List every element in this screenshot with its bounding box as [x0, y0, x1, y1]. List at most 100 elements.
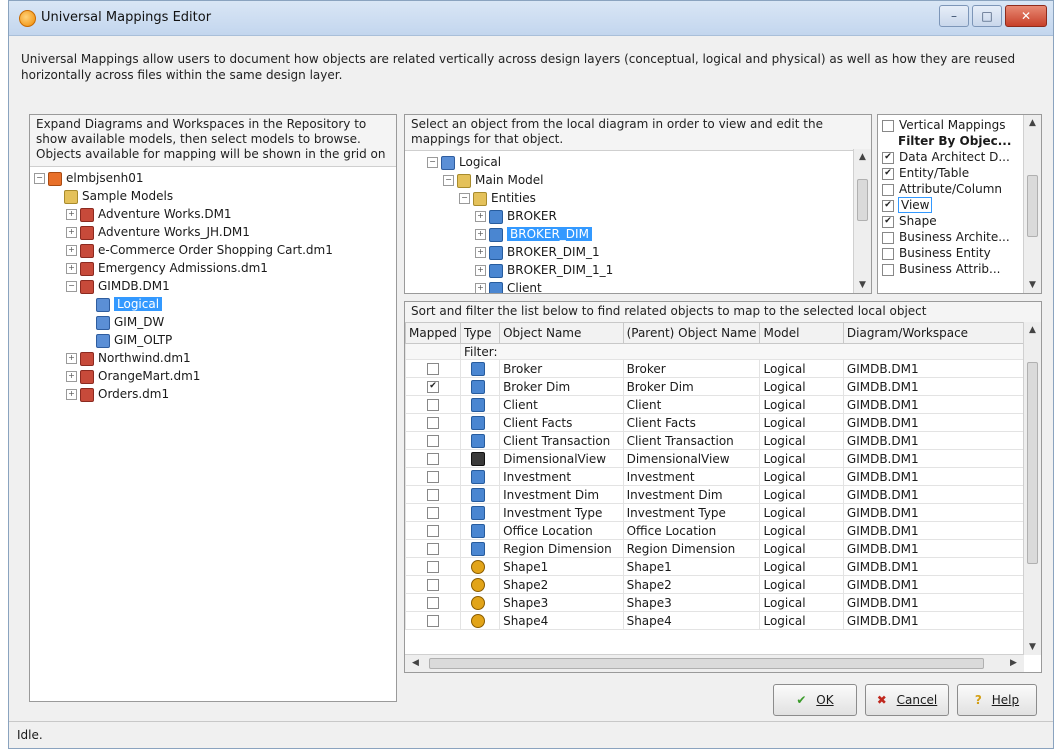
filter-option[interactable]: Business Entity	[878, 245, 1041, 261]
mapped-checkbox[interactable]	[426, 507, 439, 519]
expand-icon[interactable]: +	[475, 211, 486, 222]
grid-row[interactable]: Broker Broker Logical GIMDB.DM1	[405, 359, 1024, 378]
expand-icon[interactable]: +	[66, 353, 77, 364]
grid-filter-row[interactable]: Filter:	[405, 343, 1024, 360]
local-tree-node[interactable]: − Logical	[427, 153, 867, 171]
help-button[interactable]: ? Help	[957, 684, 1037, 716]
expand-icon[interactable]: +	[475, 283, 486, 293]
grid-row[interactable]: DimensionalView DimensionalView Logical GIM…	[405, 449, 1024, 468]
grid-horizontal-scrollbar[interactable]: ◀ ▶	[405, 654, 1024, 672]
mapped-checkbox[interactable]	[426, 561, 439, 573]
repo-tree-node[interactable]: + Northwind.dm1	[34, 349, 392, 367]
filter-checkbox[interactable]	[882, 247, 894, 260]
mapped-cell[interactable]	[405, 557, 461, 576]
mapped-checkbox[interactable]	[426, 399, 439, 411]
scroll-down-icon[interactable]: ▼	[1024, 280, 1041, 290]
grid-column-header[interactable]: Object Name	[499, 322, 624, 344]
mapped-checkbox[interactable]	[426, 453, 439, 465]
filter-option[interactable]: ✔ Data Architect D...	[878, 149, 1041, 165]
scroll-down-icon[interactable]: ▼	[854, 280, 871, 290]
grid-row[interactable]: Client Facts Client Facts Logical GIMDB.DM1	[405, 413, 1024, 432]
mapped-cell[interactable]	[405, 395, 461, 414]
filter-checkbox[interactable]: ✔	[882, 199, 894, 212]
grid-row[interactable]: Shape1 Shape1 Logical GIMDB.DM1	[405, 557, 1024, 576]
filter-scrollbar[interactable]: ▲ ▼	[1023, 115, 1041, 293]
local-tree-node[interactable]: + Client	[427, 279, 867, 293]
expand-icon[interactable]: +	[66, 263, 77, 274]
expand-icon[interactable]: +	[475, 265, 486, 276]
scroll-up-icon[interactable]: ▲	[1024, 118, 1041, 128]
collapse-icon[interactable]: −	[443, 175, 454, 186]
mapped-checkbox[interactable]	[426, 489, 439, 501]
mapped-checkbox[interactable]	[426, 471, 439, 483]
local-tree-node[interactable]: − Entities	[427, 189, 867, 207]
mapped-cell[interactable]	[405, 575, 461, 594]
repo-tree-node[interactable]: Sample Models	[34, 187, 392, 205]
filter-option[interactable]: ✔ Shape	[878, 213, 1041, 229]
mapped-cell[interactable]	[405, 521, 461, 540]
filter-option[interactable]: Attribute/Column	[878, 181, 1041, 197]
scroll-left-icon[interactable]: ◀	[407, 658, 424, 668]
mapped-checkbox[interactable]	[426, 525, 439, 537]
grid-row[interactable]: Shape4 Shape4 Logical GIMDB.DM1	[405, 611, 1024, 630]
local-tree-node[interactable]: + BROKER_DIM_1_1	[427, 261, 867, 279]
expand-icon[interactable]: +	[475, 229, 486, 240]
maximize-button[interactable]: □	[972, 5, 1002, 27]
grid-vertical-scrollbar[interactable]: ▲ ▼	[1023, 322, 1041, 655]
repo-tree-node[interactable]: − GIMDB.DM1	[34, 277, 392, 295]
mapped-cell[interactable]: ✔	[405, 377, 461, 396]
repo-tree-node[interactable]: + Orders.dm1	[34, 385, 392, 403]
grid-column-header[interactable]: Diagram/Workspace	[842, 322, 1024, 344]
collapse-icon[interactable]: −	[459, 193, 470, 204]
grid-row[interactable]: Region Dimension Region Dimension Logical G…	[405, 539, 1024, 558]
mapped-cell[interactable]	[405, 449, 461, 468]
mapped-checkbox[interactable]	[426, 543, 439, 555]
grid-row[interactable]: Client Transaction Client Transaction Logi…	[405, 431, 1024, 450]
grid-column-header[interactable]: Mapped	[405, 322, 461, 344]
repository-tree[interactable]: − elmbjsenh01 Sample Models + Adventure Work…	[30, 167, 396, 405]
scroll-thumb[interactable]	[857, 179, 868, 221]
mapped-cell[interactable]	[405, 611, 461, 630]
repo-tree-node[interactable]: GIM_OLTP	[34, 331, 392, 349]
mapped-checkbox[interactable]	[426, 417, 439, 429]
grid-row[interactable]: Shape3 Shape3 Logical GIMDB.DM1	[405, 593, 1024, 612]
mapped-checkbox[interactable]	[426, 435, 439, 447]
filter-checkbox[interactable]	[882, 183, 894, 196]
filter-checkbox[interactable]: ✔	[882, 215, 894, 228]
ok-button[interactable]: ✔ OK	[773, 684, 857, 716]
repo-tree-node[interactable]: + OrangeMart.dm1	[34, 367, 392, 385]
repo-tree-node[interactable]: + Emergency Admissions.dm1	[34, 259, 392, 277]
collapse-icon[interactable]: −	[66, 281, 77, 292]
filter-option[interactable]: Business Attrib...	[878, 261, 1041, 277]
local-tree-node[interactable]: − Main Model	[427, 171, 867, 189]
scroll-up-icon[interactable]: ▲	[854, 152, 871, 162]
expand-icon[interactable]: +	[66, 389, 77, 400]
expand-icon[interactable]: +	[66, 245, 77, 256]
scroll-thumb[interactable]	[429, 658, 984, 669]
mapped-cell[interactable]	[405, 593, 461, 612]
grid-column-header[interactable]: (Parent) Object Name	[622, 322, 761, 344]
grid-row[interactable]: Client Client Logical GIMDB.DM1	[405, 395, 1024, 414]
mapped-cell[interactable]	[405, 413, 461, 432]
grid-row[interactable]: Investment Investment Logical GIMDB.DM1	[405, 467, 1024, 486]
expand-icon[interactable]: +	[66, 209, 77, 220]
filter-checkbox[interactable]	[882, 263, 894, 276]
filter-option[interactable]: Business Archite...	[878, 229, 1041, 245]
mapped-cell[interactable]	[405, 359, 461, 378]
repo-tree-node[interactable]: + e-Commerce Order Shopping Cart.dm1	[34, 241, 392, 259]
close-button[interactable]: ✕	[1005, 5, 1047, 27]
collapse-icon[interactable]: −	[34, 173, 45, 184]
filter-option[interactable]: Vertical Mappings	[878, 117, 1041, 133]
grid-row[interactable]: Shape2 Shape2 Logical GIMDB.DM1	[405, 575, 1024, 594]
mapped-cell[interactable]	[405, 539, 461, 558]
local-tree-node[interactable]: + BROKER_DIM	[427, 225, 867, 243]
mapped-cell[interactable]	[405, 467, 461, 486]
scroll-thumb[interactable]	[1027, 175, 1038, 237]
expand-icon[interactable]: +	[66, 227, 77, 238]
scroll-down-icon[interactable]: ▼	[1024, 642, 1041, 652]
filter-checkbox[interactable]	[882, 119, 894, 132]
mapped-checkbox[interactable]	[426, 597, 439, 609]
repo-tree-node[interactable]: − elmbjsenh01	[34, 169, 392, 187]
mapped-cell[interactable]	[405, 431, 461, 450]
mapping-grid[interactable]: Mapped Type Object Name (Parent) Object Nam…	[405, 322, 1024, 630]
